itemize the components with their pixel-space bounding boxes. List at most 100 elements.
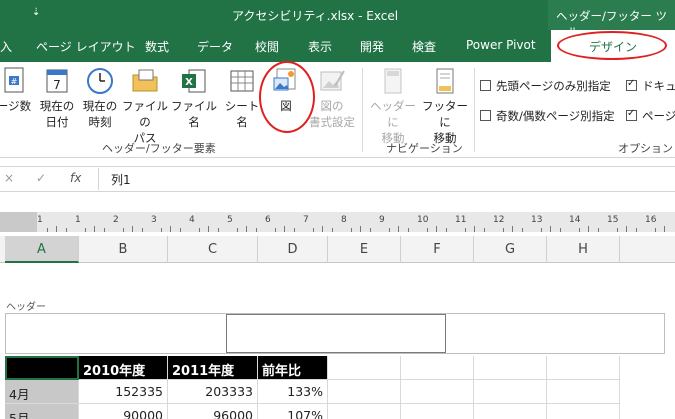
page-top-gap [0, 263, 675, 297]
table-cell[interactable]: 107% [258, 404, 328, 419]
annotation-circle-design-tab [557, 31, 667, 60]
tab-insert[interactable]: 入 [0, 38, 12, 55]
tab-inspect[interactable]: 検査 [412, 38, 436, 55]
ruler-number: 9 [379, 215, 385, 225]
column-header-e[interactable]: E [328, 236, 401, 263]
format-picture-label-2: 書式設定 [309, 115, 355, 129]
checkbox-box[interactable] [480, 80, 491, 91]
sheet-name-button[interactable]: シート名 [220, 66, 264, 130]
ruler-tick [664, 226, 665, 232]
row-label-cell[interactable]: 4月 [5, 380, 79, 404]
ruler-number: 7 [303, 215, 309, 225]
tab-data[interactable]: データ [197, 38, 233, 55]
table-cell[interactable]: 96000 [168, 404, 258, 419]
different-odd-even-checkbox[interactable]: 奇数/偶数ページ別指定 [480, 108, 615, 124]
ruler-tick [369, 228, 371, 232]
different-first-page-checkbox[interactable]: 先頭ページのみ別指定 [480, 78, 611, 94]
current-time-label-1: 現在の [82, 99, 118, 113]
ruler-tick [122, 228, 124, 232]
ruler-tick [274, 228, 276, 232]
checkbox-box[interactable] [480, 110, 491, 121]
formula-input[interactable]: 列1 [98, 168, 675, 190]
table-header-cell[interactable]: 2011年度 [168, 356, 258, 380]
table-cell[interactable]: 133% [258, 380, 328, 404]
ruler-tick [464, 228, 466, 232]
clock-icon [85, 66, 115, 96]
file-name-button[interactable]: X ファイル名 [169, 66, 219, 130]
empty-cell[interactable] [547, 404, 620, 419]
empty-cell[interactable] [547, 356, 620, 380]
ruler-tick [65, 228, 67, 232]
ruler-tick [208, 226, 209, 232]
empty-cell[interactable] [474, 380, 547, 404]
window-title: アクセシビリティ.xlsx - Excel [232, 9, 399, 23]
scale-with-document-checkbox[interactable]: ドキュメ [626, 78, 675, 94]
empty-cell[interactable] [328, 380, 401, 404]
column-header-c[interactable]: C [168, 236, 258, 263]
page-number-button[interactable]: # ージ数 [0, 66, 34, 114]
ribbon-separator [362, 68, 363, 152]
header-center-section[interactable] [226, 314, 446, 353]
title-bar: ⇣ アクセシビリティ.xlsx - Excel ヘッダー/フッター ツール [0, 0, 675, 39]
empty-cell[interactable] [328, 404, 401, 419]
goto-footer-button[interactable]: フッターに 移動 [418, 66, 472, 146]
quick-access-toolbar-customize-icon[interactable]: ⇣ [32, 7, 40, 18]
ruler-tick [398, 226, 399, 232]
empty-cell[interactable] [328, 356, 401, 380]
ruler-tick [160, 228, 162, 232]
current-time-button[interactable]: 現在の 時刻 [79, 66, 121, 130]
ruler-tick [407, 228, 409, 232]
goto-header-button[interactable]: ヘッダーに 移動 [366, 66, 420, 146]
page-number-icon: # [0, 66, 29, 96]
enter-icon[interactable]: ✓ [36, 171, 46, 185]
column-headers: A B C D E F G H [0, 236, 675, 263]
ruler-number: 15 [607, 215, 619, 225]
ruler-tick [483, 228, 485, 232]
cancel-icon[interactable]: × [4, 171, 14, 185]
column-header-f[interactable]: F [401, 236, 474, 263]
tab-review[interactable]: 校閲 [255, 38, 279, 55]
table-cell[interactable]: 90000 [79, 404, 168, 419]
tab-formulas[interactable]: 数式 [145, 38, 169, 55]
table-header-cell[interactable]: 2010年度 [79, 356, 168, 380]
empty-cell[interactable] [474, 356, 547, 380]
ruler-tick [198, 228, 200, 232]
empty-cell[interactable] [401, 356, 474, 380]
tab-page-layout[interactable]: ページ レイアウト [36, 38, 136, 55]
ruler-number: 13 [531, 215, 543, 225]
empty-cell[interactable] [474, 404, 547, 419]
table-cell[interactable]: 203333 [168, 380, 258, 404]
ruler-number: 1 [75, 215, 81, 225]
goto-header-label-1: ヘッダーに [370, 99, 416, 129]
table-header-cell[interactable]: 前年比 [258, 356, 328, 380]
column-header-a[interactable]: A [5, 236, 79, 263]
column-header-b[interactable]: B [79, 236, 168, 263]
column-header-d[interactable]: D [258, 236, 328, 263]
tab-power-pivot[interactable]: Power Pivot [466, 38, 536, 52]
ruler-tick [217, 228, 219, 232]
current-date-button[interactable]: 7 現在の 日付 [36, 66, 78, 130]
calendar-icon: 7 [42, 66, 72, 96]
column-header-g[interactable]: G [474, 236, 547, 263]
ruler-tick [322, 226, 323, 232]
file-path-button[interactable]: ファイルの パス [121, 66, 169, 146]
table-cell[interactable]: 152335 [79, 380, 168, 404]
tab-view[interactable]: 表示 [308, 38, 332, 55]
ruler-tick [360, 226, 361, 232]
empty-cell[interactable] [401, 404, 474, 419]
insert-function-icon[interactable]: fx [70, 171, 81, 185]
table-header-cell[interactable] [5, 356, 79, 380]
ruler-tick [474, 226, 475, 232]
tab-developer[interactable]: 開発 [360, 38, 384, 55]
checkbox-box[interactable] [626, 78, 637, 91]
checkbox-box[interactable] [626, 108, 637, 121]
empty-cell[interactable] [547, 380, 620, 404]
row-label-cell[interactable]: 5月 [5, 404, 79, 419]
ruler-tick [588, 226, 589, 232]
page-number-label: ージ数 [0, 99, 32, 113]
ruler-tick [84, 228, 86, 232]
ruler-tick [331, 228, 333, 232]
column-header-h[interactable]: H [547, 236, 620, 263]
align-with-margins-checkbox[interactable]: ページ [626, 108, 675, 124]
empty-cell[interactable] [401, 380, 474, 404]
